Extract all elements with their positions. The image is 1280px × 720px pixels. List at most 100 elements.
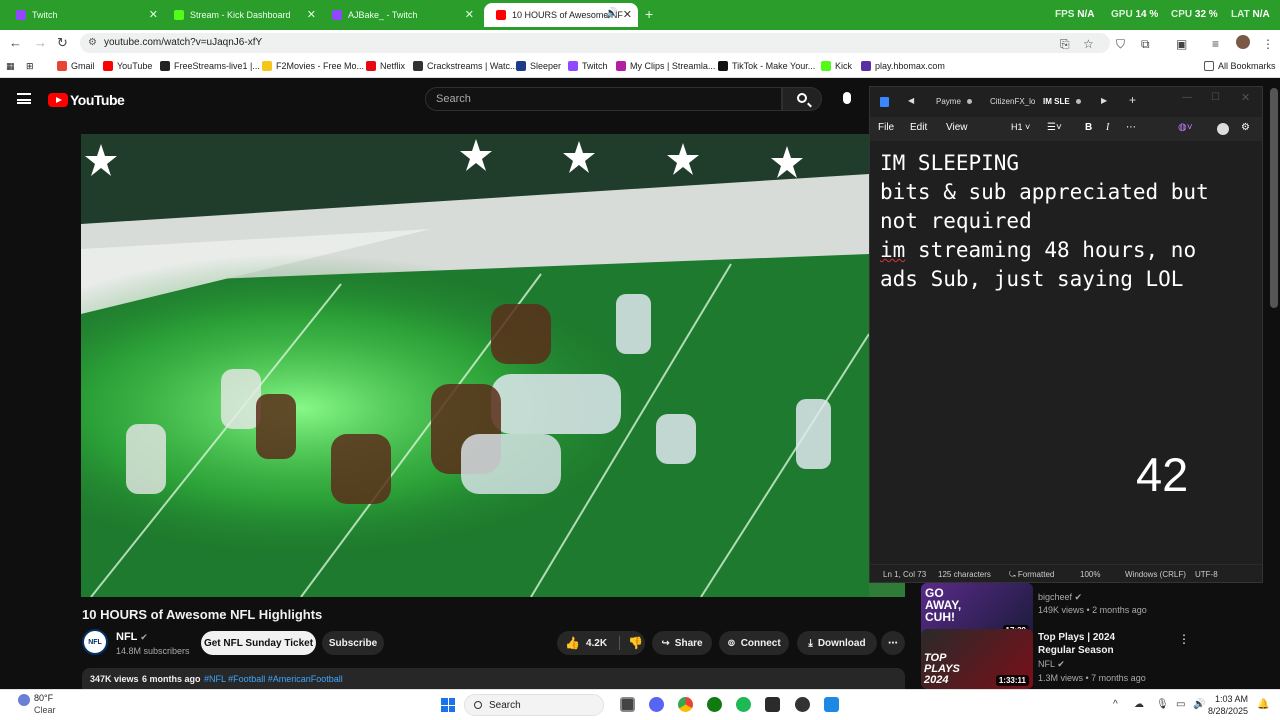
menu-file[interactable]: File <box>878 122 894 133</box>
obs-icon[interactable] <box>795 697 810 712</box>
shield-icon[interactable]: ⛉ <box>1116 37 1125 52</box>
copilot-icon[interactable]: ◍˅ <box>1178 122 1193 133</box>
close-icon[interactable]: ✕ <box>1241 91 1250 104</box>
more-icon[interactable]: ⋯ <box>1126 122 1136 133</box>
connect-button[interactable]: ⊚ Connect <box>719 631 789 655</box>
scroll-left-icon[interactable]: ◀ <box>908 96 914 105</box>
microphone-icon[interactable] <box>843 92 851 104</box>
menu-edit[interactable]: Edit <box>910 122 927 133</box>
like-count[interactable]: 4.2K <box>586 638 607 649</box>
url-text[interactable]: youtube.com/watch?v=uJaqnJ6-xfY <box>104 37 262 48</box>
grid-icon[interactable]: ⊞ <box>26 61 34 72</box>
recommended-channel-2[interactable]: NFL ✔ <box>1038 659 1065 670</box>
address-bar[interactable]: ⚙ youtube.com/watch?v=uJaqnJ6-xfY <box>80 33 1110 53</box>
site-info-icon[interactable]: ⚙ <box>88 37 100 49</box>
menu-view[interactable]: View <box>946 122 968 133</box>
reload-icon[interactable]: ↻ <box>57 35 68 51</box>
thumbs-up-icon[interactable]: 👍 <box>565 636 580 650</box>
youtube-logo[interactable]: YouTube <box>48 92 125 108</box>
encoding[interactable]: UTF-8 <box>1195 570 1218 579</box>
weather-condition[interactable]: Clear <box>34 705 56 715</box>
bookmark-hbomax[interactable]: play.hbomax.com <box>861 61 945 71</box>
notepad-tab-3[interactable]: IM SLE <box>1043 97 1081 106</box>
subscribe-button[interactable]: Subscribe <box>322 631 384 655</box>
bookmark-freestreams[interactable]: FreeStreams-live1 |... <box>160 61 260 71</box>
notepad-tab-1[interactable]: Payme <box>936 97 972 106</box>
search-button[interactable] <box>782 87 822 111</box>
new-tab-icon[interactable]: + <box>1129 93 1136 107</box>
scroll-right-icon[interactable]: ▶ <box>1101 96 1107 105</box>
notepad-editor[interactable]: IM SLEEPING bits & sub appreciated but n… <box>880 149 1252 294</box>
bookmark-f2movies[interactable]: F2Movies - Free Mo... <box>262 61 364 71</box>
close-icon[interactable]: ✕ <box>465 8 474 21</box>
minimize-icon[interactable]: — <box>1182 92 1192 103</box>
microphone-tray-icon[interactable]: 🎙 <box>1156 699 1169 710</box>
misspelled-word[interactable]: im <box>880 238 905 262</box>
bookmark-kick[interactable]: Kick <box>821 61 852 71</box>
new-tab-button[interactable]: + <box>645 6 653 22</box>
menu-icon[interactable] <box>17 93 31 104</box>
apps-icon[interactable]: ▦ <box>6 61 15 72</box>
network-icon[interactable]: ▭ <box>1176 699 1185 710</box>
tab-youtube-active[interactable]: 10 HOURS of Awesome NF 🔊 ✕ <box>484 3 638 27</box>
notifications-icon[interactable]: 🔔 <box>1257 699 1269 710</box>
tab-twitch[interactable]: Twitch ✕ <box>4 3 164 27</box>
bookmark-tiktok[interactable]: TikTok - Make Your... <box>718 61 815 71</box>
all-bookmarks[interactable]: All Bookmarks <box>1204 61 1276 71</box>
bookmark-crackstreams[interactable]: Crackstreams | Watc... <box>413 61 518 71</box>
list-icon[interactable]: ☰˅ <box>1047 122 1062 133</box>
discord-icon[interactable] <box>649 697 664 712</box>
volume-icon[interactable]: 🔊 <box>1193 699 1205 710</box>
hashtags[interactable]: #NFL #Football #AmericanFootball <box>204 674 343 684</box>
bookmark-my-clips[interactable]: My Clips | Streamla... <box>616 61 715 71</box>
cast-icon[interactable]: ⎘ <box>1060 37 1070 52</box>
settings-gear-icon[interactable]: ⚙ <box>1241 122 1250 133</box>
recommended-title-2[interactable]: Top Plays | 2024 Regular Season <box>1038 631 1148 657</box>
extensions-icon[interactable]: ⧉ <box>1141 37 1150 52</box>
channel-avatar[interactable]: NFL <box>82 629 108 655</box>
bookmark-youtube[interactable]: YouTube <box>103 61 152 71</box>
spotify-icon[interactable] <box>736 697 751 712</box>
weather-temp[interactable]: 80°F <box>34 693 53 703</box>
recommended-menu-icon[interactable]: ⋮ <box>1178 632 1190 646</box>
menu-kebab-icon[interactable]: ⋮ <box>1262 37 1274 51</box>
bookmark-sleeper[interactable]: Sleeper <box>516 61 561 71</box>
bookmark-gmail[interactable]: Gmail <box>57 61 95 71</box>
media-icon[interactable]: ≡ <box>1212 37 1219 51</box>
recommended-thumbnail-2[interactable]: TOP PLAYS 2024 1:33:11 <box>921 629 1033 689</box>
account-icon[interactable] <box>1217 123 1229 135</box>
bookmark-netflix[interactable]: Netflix <box>366 61 405 71</box>
back-icon[interactable]: ← <box>9 35 22 50</box>
system-clock[interactable]: 1:03 AM 8/28/2025 <box>1208 693 1248 717</box>
channel-name[interactable]: NFL ✔ <box>116 631 148 643</box>
page-scrollbar[interactable] <box>1270 88 1278 308</box>
bookmark-twitch[interactable]: Twitch <box>568 61 608 71</box>
line-ending[interactable]: Windows (CRLF) <box>1125 570 1186 579</box>
maximize-icon[interactable]: ☐ <box>1211 92 1220 103</box>
profile-avatar[interactable] <box>1236 35 1250 49</box>
tray-overflow-icon[interactable]: ^ <box>1113 699 1118 710</box>
sunday-ticket-button[interactable]: Get NFL Sunday Ticket <box>201 631 316 655</box>
close-icon[interactable]: ✕ <box>149 8 158 21</box>
download-button[interactable]: ⤓ Download <box>797 631 877 655</box>
italic-icon[interactable]: I <box>1106 122 1109 133</box>
forward-icon[interactable]: → <box>34 35 47 50</box>
sidebar-icon[interactable]: ▣ <box>1176 37 1187 51</box>
close-icon[interactable]: ✕ <box>623 8 632 21</box>
speaker-icon[interactable]: 🔊 <box>606 8 618 19</box>
search-input[interactable]: Search <box>425 87 782 111</box>
share-button[interactable]: ↪ Share <box>652 631 712 655</box>
recommended-channel-1[interactable]: bigcheef ✔ <box>1038 592 1082 603</box>
zoom-level[interactable]: 100% <box>1080 570 1100 579</box>
bookmark-star-icon[interactable]: ☆ <box>1083 37 1094 51</box>
description-box[interactable]: 347K views 6 months ago #NFL #Football #… <box>82 668 905 690</box>
chrome-icon[interactable] <box>678 697 693 712</box>
bold-icon[interactable]: B <box>1085 122 1092 133</box>
taskbar-search[interactable]: Search <box>464 694 604 716</box>
tab-kick-dashboard[interactable]: Stream - Kick Dashboard ✕ <box>162 3 322 27</box>
format-indicator[interactable]: ⤿ Formatted <box>1009 570 1054 580</box>
thumbs-down-icon[interactable]: 👎 <box>619 636 643 650</box>
weather-moon-icon[interactable] <box>18 694 30 706</box>
close-icon[interactable]: ✕ <box>307 8 316 21</box>
more-actions-button[interactable]: ⋯ <box>881 631 905 655</box>
